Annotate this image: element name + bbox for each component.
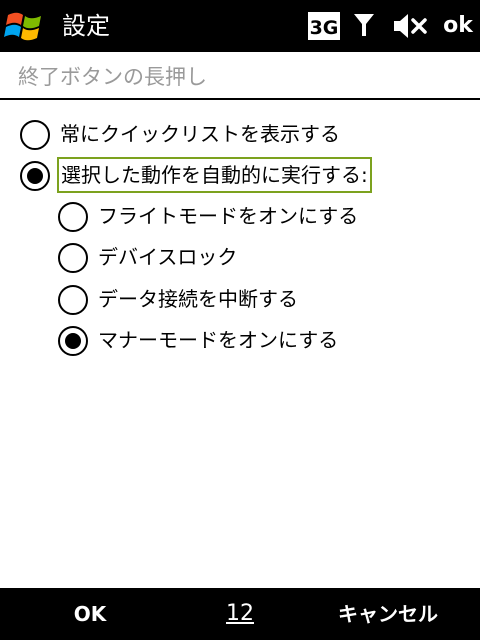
windows-flag-icon	[4, 12, 41, 41]
softkey-bar: OK 12 キャンセル	[0, 588, 480, 640]
softkey-cancel[interactable]: キャンセル	[328, 598, 448, 630]
section-heading: 終了ボタンの長押し	[18, 65, 207, 89]
heading-divider	[0, 98, 480, 100]
option-label: デバイスロック	[98, 245, 238, 269]
network-type-label: 3G	[310, 17, 339, 39]
option-label: 選択した動作を自動的に実行する:	[57, 157, 372, 193]
radio-button[interactable]	[58, 285, 88, 315]
radio-silent-mode[interactable]: マナーモードをオンにする	[58, 324, 338, 360]
3g-icon: 3G	[307, 10, 341, 42]
radio-button[interactable]	[58, 202, 88, 232]
radio-auto-execute[interactable]: 選択した動作を自動的に実行する:	[20, 157, 410, 195]
volume-muted-icon[interactable]	[392, 10, 428, 42]
softkey-ok[interactable]: OK	[50, 598, 130, 630]
radio-flight-mode[interactable]: フライトモードをオンにする	[58, 200, 358, 236]
radio-button[interactable]	[20, 120, 50, 150]
title-bar: 設定 3G ok	[0, 0, 480, 52]
radio-selected-dot	[27, 168, 43, 184]
option-label: 常にクイックリストを表示する	[60, 122, 340, 146]
settings-screen: 設定 3G ok 終了ボタンの長押し 常にクイックリストを表示する 選択した動作…	[0, 0, 480, 640]
radio-button[interactable]	[58, 243, 88, 273]
signal-antenna-icon[interactable]	[352, 10, 376, 42]
softkey-input-mode[interactable]: 12	[210, 598, 270, 630]
ok-button[interactable]: ok	[438, 10, 478, 42]
radio-show-quick-list[interactable]: 常にクイックリストを表示する	[20, 118, 340, 154]
option-label: データ接続を中断する	[98, 287, 298, 311]
radio-selected-dot	[65, 333, 81, 349]
option-label: フライトモードをオンにする	[98, 204, 359, 228]
window-title: 設定	[62, 12, 110, 40]
radio-button[interactable]	[58, 326, 88, 356]
radio-disconnect-data[interactable]: データ接続を中断する	[58, 283, 318, 319]
start-button[interactable]	[4, 6, 46, 46]
radio-device-lock[interactable]: デバイスロック	[58, 241, 238, 277]
radio-button[interactable]	[20, 161, 50, 191]
option-label: マナーモードをオンにする	[98, 328, 339, 352]
